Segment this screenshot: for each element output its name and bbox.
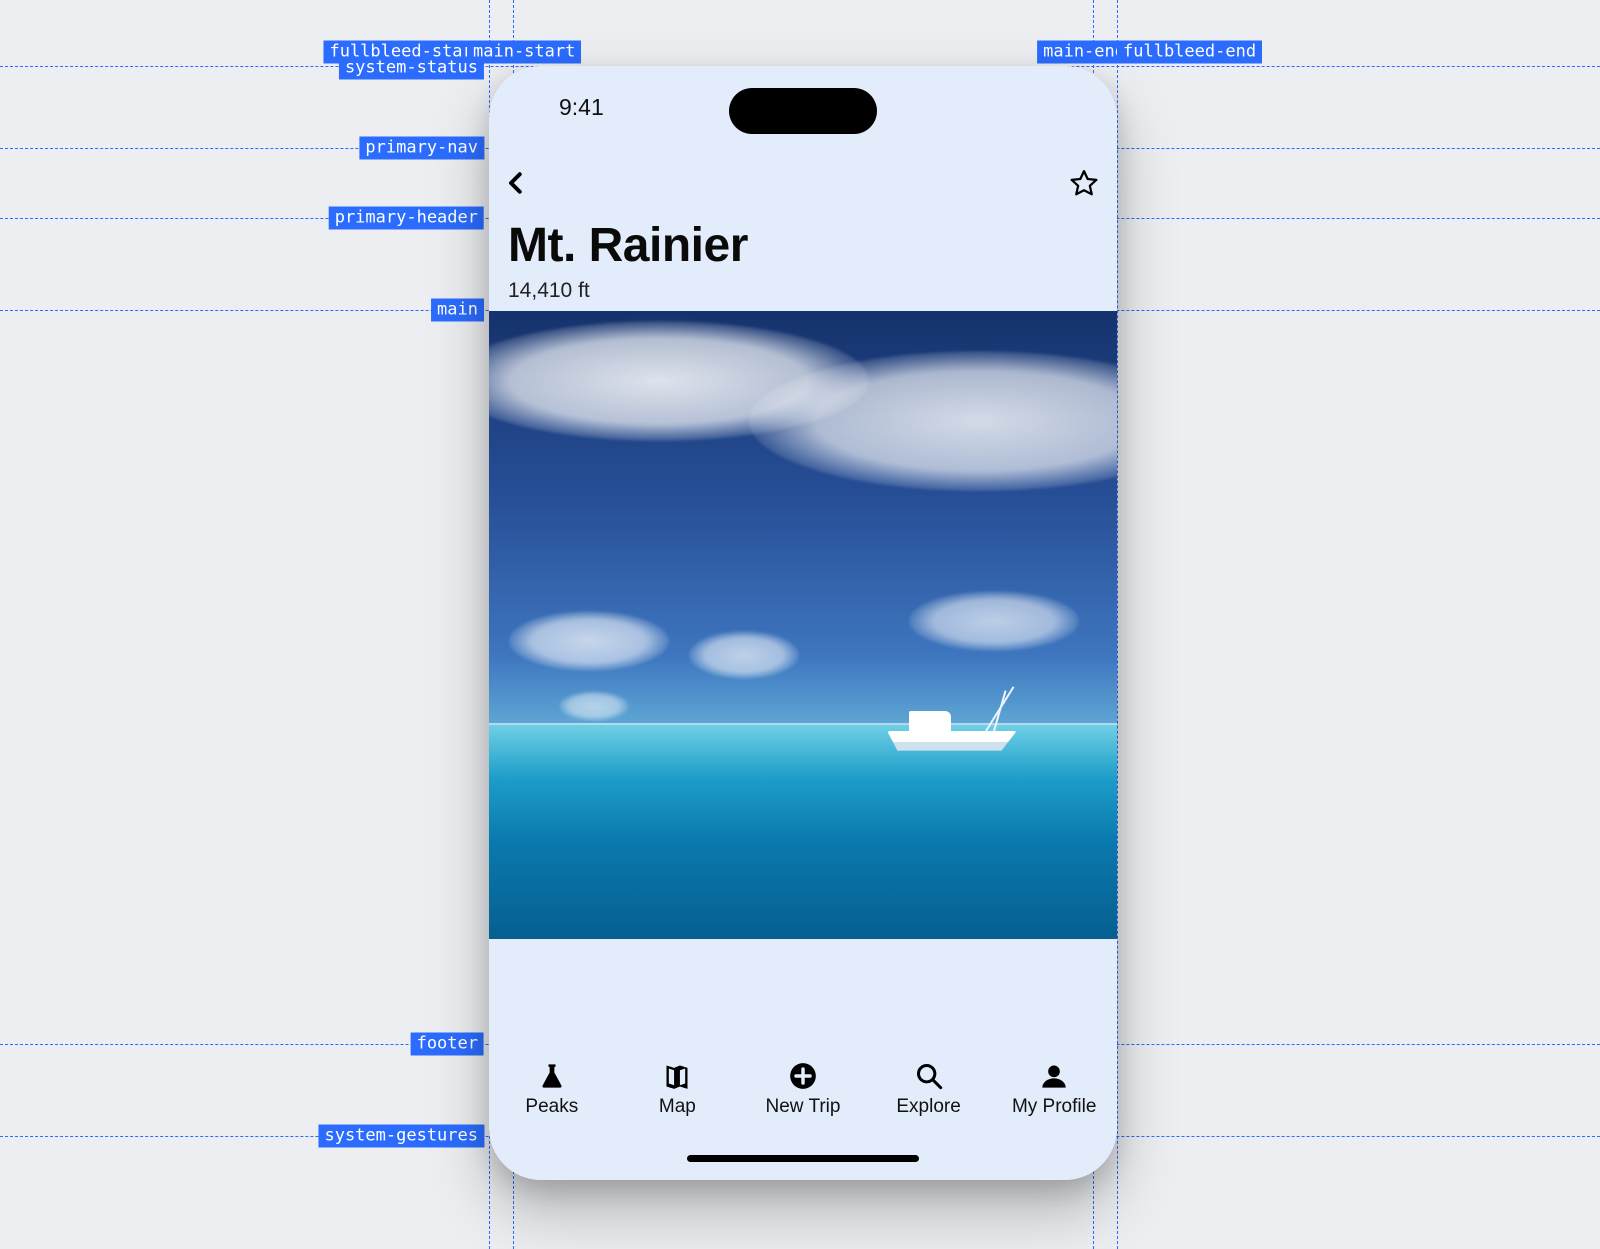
back-button[interactable] [501, 168, 531, 198]
person-icon [1040, 1062, 1068, 1090]
search-icon [915, 1062, 943, 1090]
guide-label: main-end [1037, 41, 1131, 64]
body-spacer [489, 939, 1117, 1044]
hero-boat-icon [887, 703, 1017, 751]
chevron-left-icon [501, 168, 531, 198]
guide-label: primary-nav [359, 137, 484, 160]
system-status-bar: 9:41 [489, 66, 1117, 148]
tab-label: My Profile [1012, 1096, 1096, 1118]
guide-label: main-start [467, 41, 581, 64]
add-circle-icon [789, 1062, 817, 1090]
guide-label: primary-header [329, 207, 484, 230]
page-title: Mt. Rainier [508, 218, 1098, 273]
favorite-button[interactable] [1069, 168, 1099, 198]
flask-icon [538, 1062, 566, 1090]
tab-peaks[interactable]: Peaks [489, 1044, 615, 1136]
home-indicator[interactable] [687, 1155, 919, 1162]
dynamic-island [729, 88, 877, 134]
tab-label: Explore [896, 1096, 960, 1118]
status-time: 9:41 [559, 94, 604, 121]
tab-label: Map [659, 1096, 696, 1118]
tab-label: New Trip [766, 1096, 841, 1118]
guide-fullbleed-end [1117, 0, 1118, 1249]
guide-label: fullbleed-end [1117, 41, 1262, 64]
guide-label: main [431, 299, 484, 322]
guide-label: footer [411, 1033, 484, 1056]
tab-explore[interactable]: Explore [866, 1044, 992, 1136]
page-subtitle: 14,410 ft [508, 279, 1098, 303]
tab-label: Peaks [525, 1096, 578, 1118]
system-gesture-bar [489, 1136, 1117, 1180]
main [489, 311, 1117, 1044]
phone-frame: 9:41 Mt. Rainier 14,410 ft [489, 66, 1117, 1180]
footer-tabbar: Peaks Map New Trip Explore [489, 1044, 1117, 1136]
tab-new-trip[interactable]: New Trip [740, 1044, 866, 1136]
primary-header: Mt. Rainier 14,410 ft [489, 218, 1117, 311]
tab-map[interactable]: Map [615, 1044, 741, 1136]
guide-label: system-status [339, 57, 484, 80]
map-icon [663, 1062, 691, 1090]
guide-label: system-gestures [318, 1125, 484, 1148]
primary-nav [489, 148, 1117, 218]
hero-image [489, 311, 1117, 939]
tab-my-profile[interactable]: My Profile [991, 1044, 1117, 1136]
star-outline-icon [1069, 168, 1099, 198]
guide-label: fullbleed-start [323, 41, 489, 64]
